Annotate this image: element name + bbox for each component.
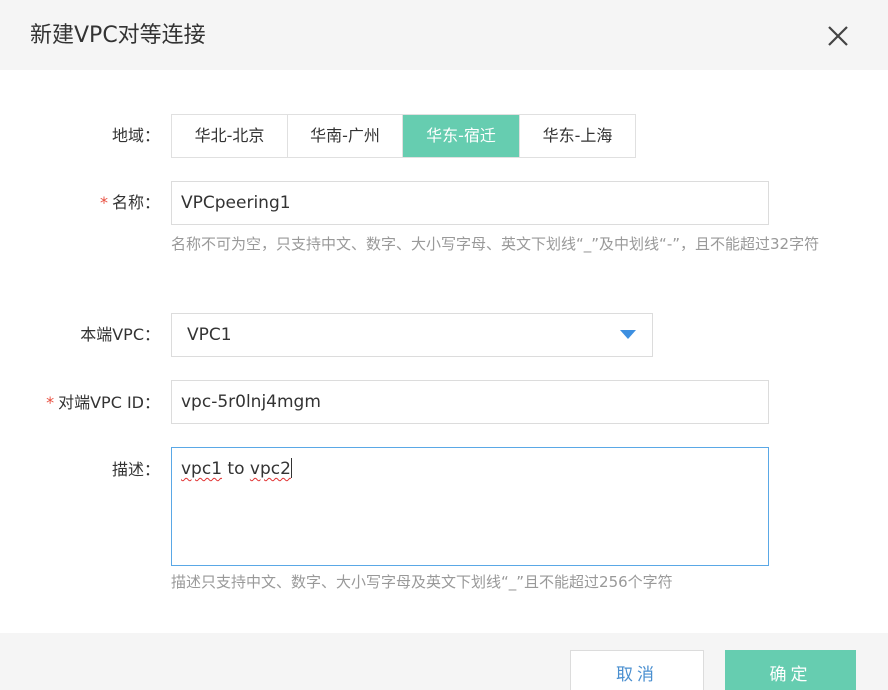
region-selector: 华北-北京 华南-广州 华东-宿迁 华东-上海: [171, 114, 636, 158]
required-mark: *: [46, 393, 55, 412]
local-vpc-label: 本端VPC：: [80, 325, 160, 344]
description-hint: 描述只支持中文、数字、大小写字母及英文下划线“_”且不能超过256个字符: [171, 573, 673, 591]
dialog-title: 新建VPC对等连接: [30, 23, 206, 48]
description-word: to: [222, 459, 250, 479]
name-input[interactable]: VPCpeering1: [171, 181, 769, 225]
region-option-beijing[interactable]: 华北-北京: [172, 115, 288, 157]
create-vpc-peering-dialog: 新建VPC对等连接 地域： 华北-北京 华南-广州 华东-宿迁 华东-上海 * 名…: [0, 0, 888, 690]
name-hint: 名称不可为空，只支持中文、数字、大小写字母、英文下划线“_”及中划线“-”，且不…: [171, 235, 820, 253]
close-icon[interactable]: [824, 22, 852, 50]
peer-vpc-id-label: * 对端VPC ID：: [0, 392, 160, 414]
dialog-header: 新建VPC对等连接: [0, 0, 888, 70]
peer-vpc-id-input[interactable]: vpc-5r0lnj4mgm: [171, 380, 769, 424]
name-label: * 名称：: [0, 192, 160, 214]
description-word: vpc1: [181, 459, 223, 479]
cancel-button[interactable]: 取消: [570, 650, 704, 690]
required-mark: *: [99, 193, 108, 212]
text-caret: [290, 458, 292, 478]
name-label-text: 名称：: [111, 193, 160, 212]
local-vpc-select[interactable]: VPC1: [171, 313, 653, 357]
description-label: 描述：: [111, 460, 160, 479]
region-option-suqian[interactable]: 华东-宿迁: [403, 115, 520, 157]
peer-vpc-id-label-text: 对端VPC ID：: [58, 393, 160, 412]
dropdown-arrow-icon: [620, 330, 636, 339]
description-word: vpc2: [249, 459, 291, 479]
region-option-guangzhou[interactable]: 华南-广州: [288, 115, 403, 157]
ok-button[interactable]: 确定: [725, 650, 856, 690]
local-vpc-value: VPC1: [187, 325, 232, 345]
description-textarea[interactable]: vpc1 to vpc2: [171, 447, 769, 566]
region-label: 地域：: [111, 126, 160, 145]
region-option-shanghai[interactable]: 华东-上海: [520, 115, 635, 157]
